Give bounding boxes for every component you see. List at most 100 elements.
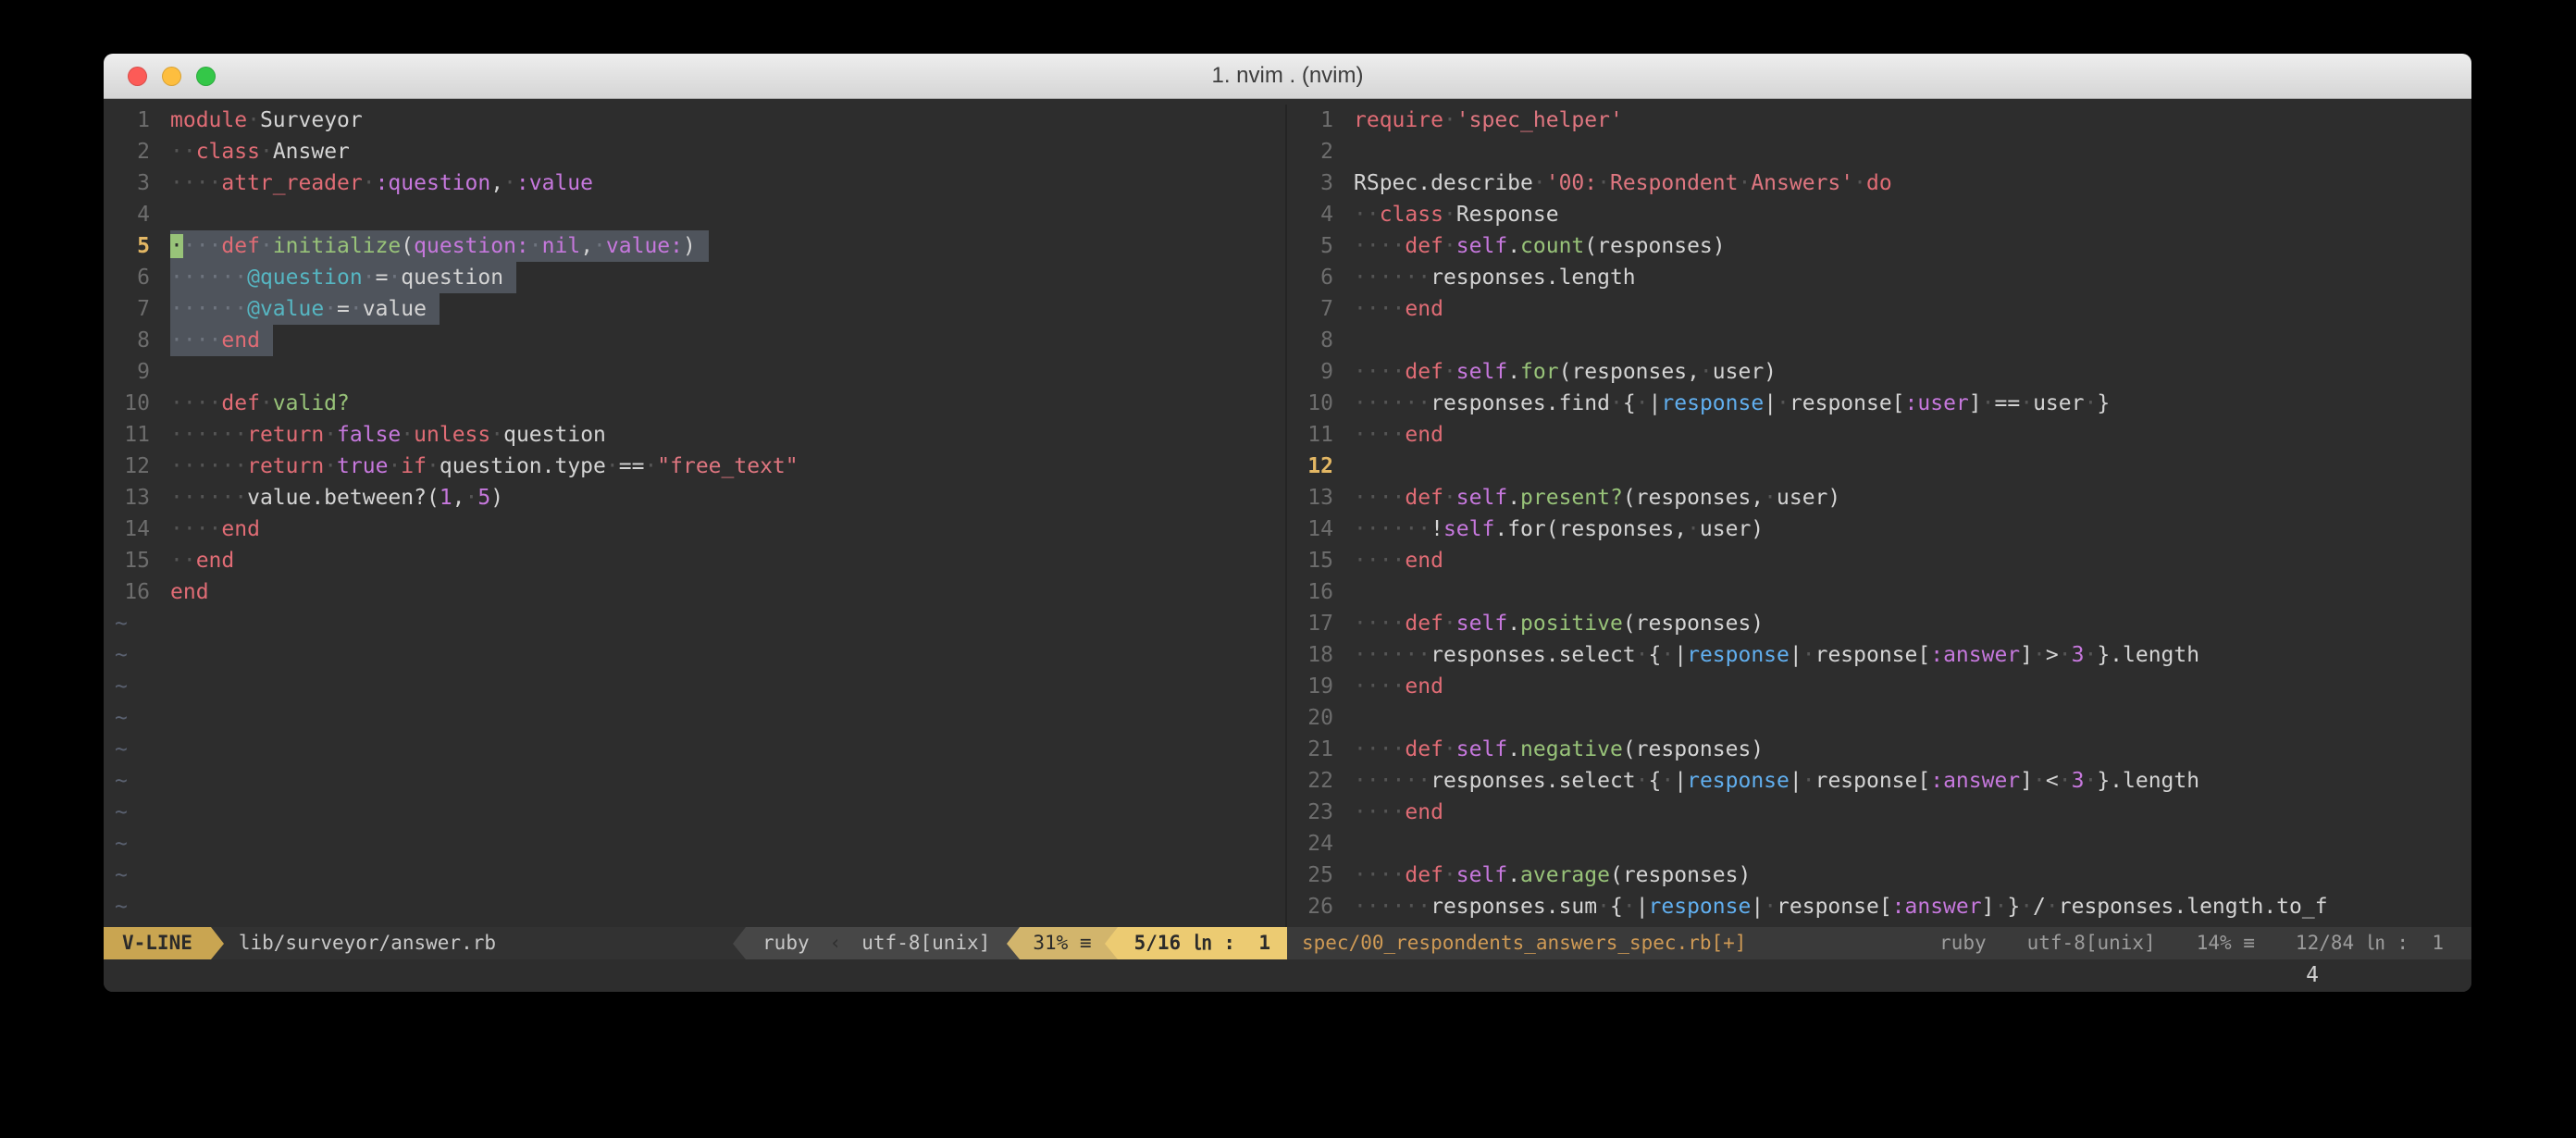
code-text: ····end xyxy=(1354,293,1443,325)
command-line[interactable]: 4 xyxy=(104,959,2471,992)
token-kw: attr_reader xyxy=(221,171,362,195)
code-line[interactable]: 26······responses.sum·{·|response|·respo… xyxy=(1287,891,2471,922)
code-line[interactable]: 22······responses.select·{·|response|·re… xyxy=(1287,765,2471,797)
line-number: 13 xyxy=(1287,482,1354,513)
token-kw: end xyxy=(1405,800,1443,824)
code-line[interactable]: 11······return·false·unless·question xyxy=(104,419,1285,451)
line-number: 3 xyxy=(1287,167,1354,199)
code-line[interactable]: 25····def·self.average(responses) xyxy=(1287,860,2471,891)
line-number: 13 xyxy=(104,482,170,513)
token-par: response xyxy=(1661,391,1764,415)
token-ws: · xyxy=(1777,391,1790,415)
code-line[interactable]: 16 xyxy=(1287,576,2471,608)
line-number: 20 xyxy=(1287,702,1354,734)
code-line[interactable]: 17····def·self.positive(responses) xyxy=(1287,608,2471,639)
code-line[interactable]: 12 xyxy=(1287,451,2471,482)
token-pur: :question xyxy=(376,171,491,195)
line-number: 14 xyxy=(104,513,170,545)
nvim-terminal: 1module·Surveyor2··class·Answer3····attr… xyxy=(104,99,2471,992)
token-txt: == xyxy=(619,454,645,478)
token-ws: · xyxy=(1764,486,1777,510)
code-line[interactable]: 13······value.between?(1,·5) xyxy=(104,482,1285,513)
code-line[interactable]: 9 xyxy=(104,356,1285,388)
token-ws: · xyxy=(503,171,516,195)
token-ws: · xyxy=(593,234,606,258)
token-pur: 5 xyxy=(477,486,490,510)
code-line[interactable]: 1require·'spec_helper' xyxy=(1287,105,2471,136)
code-line[interactable]: 23····end xyxy=(1287,797,2471,828)
token-ws: · xyxy=(2020,391,2033,415)
code-text: ····def·initialize(question:·nil,·value:… xyxy=(170,230,709,262)
code-line[interactable]: 16end xyxy=(104,576,1285,608)
code-line[interactable]: 3RSpec.describe·'00:·Respondent·Answers'… xyxy=(1287,167,2471,199)
token-txt: (responses) xyxy=(1623,612,1764,636)
token-txt: | xyxy=(1790,769,1802,793)
code-line[interactable]: 10······responses.find·{·|response|·resp… xyxy=(1287,388,2471,419)
code-line[interactable]: 6······@question·=·question xyxy=(104,262,1285,293)
pane-spec-rb[interactable]: 1require·'spec_helper'23RSpec.describe·'… xyxy=(1287,105,2471,927)
code-line[interactable]: 10····def·valid? xyxy=(104,388,1285,419)
token-ws: · xyxy=(2033,769,2046,793)
token-ws: ·· xyxy=(1354,203,1380,227)
close-button[interactable] xyxy=(128,67,147,86)
token-ws: ··· xyxy=(183,234,222,258)
code-line[interactable]: 13····def·self.present?(responses,·user) xyxy=(1287,482,2471,513)
token-ws: · xyxy=(1597,895,1610,919)
code-line[interactable]: 4··class·Response xyxy=(1287,199,2471,230)
code-text: ····def·self.negative(responses) xyxy=(1354,734,1764,765)
code-line[interactable]: 15····end xyxy=(1287,545,2471,576)
titlebar[interactable]: 1. nvim . (nvim) xyxy=(104,54,2471,99)
code-line[interactable]: 7······@value·=·value xyxy=(104,293,1285,325)
pane-answer-rb[interactable]: 1module·Surveyor2··class·Answer3····attr… xyxy=(104,105,1285,927)
code-line[interactable]: 20 xyxy=(1287,702,2471,734)
token-pur: self xyxy=(1456,863,1507,887)
code-line[interactable]: 8 xyxy=(1287,325,2471,356)
minimize-button[interactable] xyxy=(162,67,181,86)
zoom-button[interactable] xyxy=(196,67,216,86)
token-ws: · xyxy=(388,454,401,478)
code-line[interactable]: 5····def·self.count(responses) xyxy=(1287,230,2471,262)
code-line[interactable]: 2 xyxy=(1287,136,2471,167)
token-ws: · xyxy=(1597,171,1610,195)
code-line[interactable]: 24 xyxy=(1287,828,2471,860)
token-txt: question xyxy=(401,266,503,290)
token-kw: def xyxy=(1405,360,1443,384)
token-kw: def xyxy=(221,391,260,415)
cursor-block: · xyxy=(170,234,183,258)
token-pur: :answer xyxy=(1930,769,2020,793)
code-text: ··class·Answer xyxy=(170,136,350,167)
token-txt: question.type xyxy=(440,454,606,478)
code-line[interactable]: 21····def·self.negative(responses) xyxy=(1287,734,2471,765)
code-text: ····def·self.positive(responses) xyxy=(1354,608,1764,639)
token-ws: · xyxy=(1443,203,1456,227)
code-line[interactable]: 4 xyxy=(104,199,1285,230)
code-line[interactable]: 2··class·Answer xyxy=(104,136,1285,167)
code-line[interactable]: 1module·Surveyor xyxy=(104,105,1285,136)
code-text: ····def·valid? xyxy=(170,388,350,419)
code-line[interactable]: 14····end xyxy=(104,513,1285,545)
code-line[interactable]: 14······!self.for(responses,·user) xyxy=(1287,513,2471,545)
line-number: 18 xyxy=(1287,639,1354,671)
code-line[interactable]: 9····def·self.for(responses,·user) xyxy=(1287,356,2471,388)
line-number: 10 xyxy=(1287,388,1354,419)
code-line[interactable]: 3····attr_reader·:question,·:value xyxy=(104,167,1285,199)
code-line[interactable]: 19····end xyxy=(1287,671,2471,702)
code-line[interactable]: 7····end xyxy=(1287,293,2471,325)
code-line[interactable]: 12······return·true·if·question.type·==·… xyxy=(104,451,1285,482)
code-line[interactable]: 6······responses.length xyxy=(1287,262,2471,293)
token-ws: · xyxy=(1636,643,1649,667)
code-text: ····def·self.for(responses,·user) xyxy=(1354,356,1777,388)
token-kw: end xyxy=(170,580,209,604)
token-ws: · xyxy=(1982,391,1995,415)
token-pur: self xyxy=(1456,234,1507,258)
code-line[interactable]: 11····end xyxy=(1287,419,2471,451)
code-line[interactable]: 5····def·initialize(question:·nil,·value… xyxy=(104,230,1285,262)
code-line[interactable]: 15··end xyxy=(104,545,1285,576)
code-line[interactable]: 8····end xyxy=(104,325,1285,356)
token-ws: · xyxy=(1533,171,1546,195)
line-number: 2 xyxy=(1287,136,1354,167)
token-ws: · xyxy=(401,423,414,447)
code-line[interactable]: 18······responses.select·{·|response|·re… xyxy=(1287,639,2471,671)
token-fn: negative xyxy=(1520,737,1623,761)
statusline-encoding: utf-8[unix] xyxy=(2007,927,2176,959)
